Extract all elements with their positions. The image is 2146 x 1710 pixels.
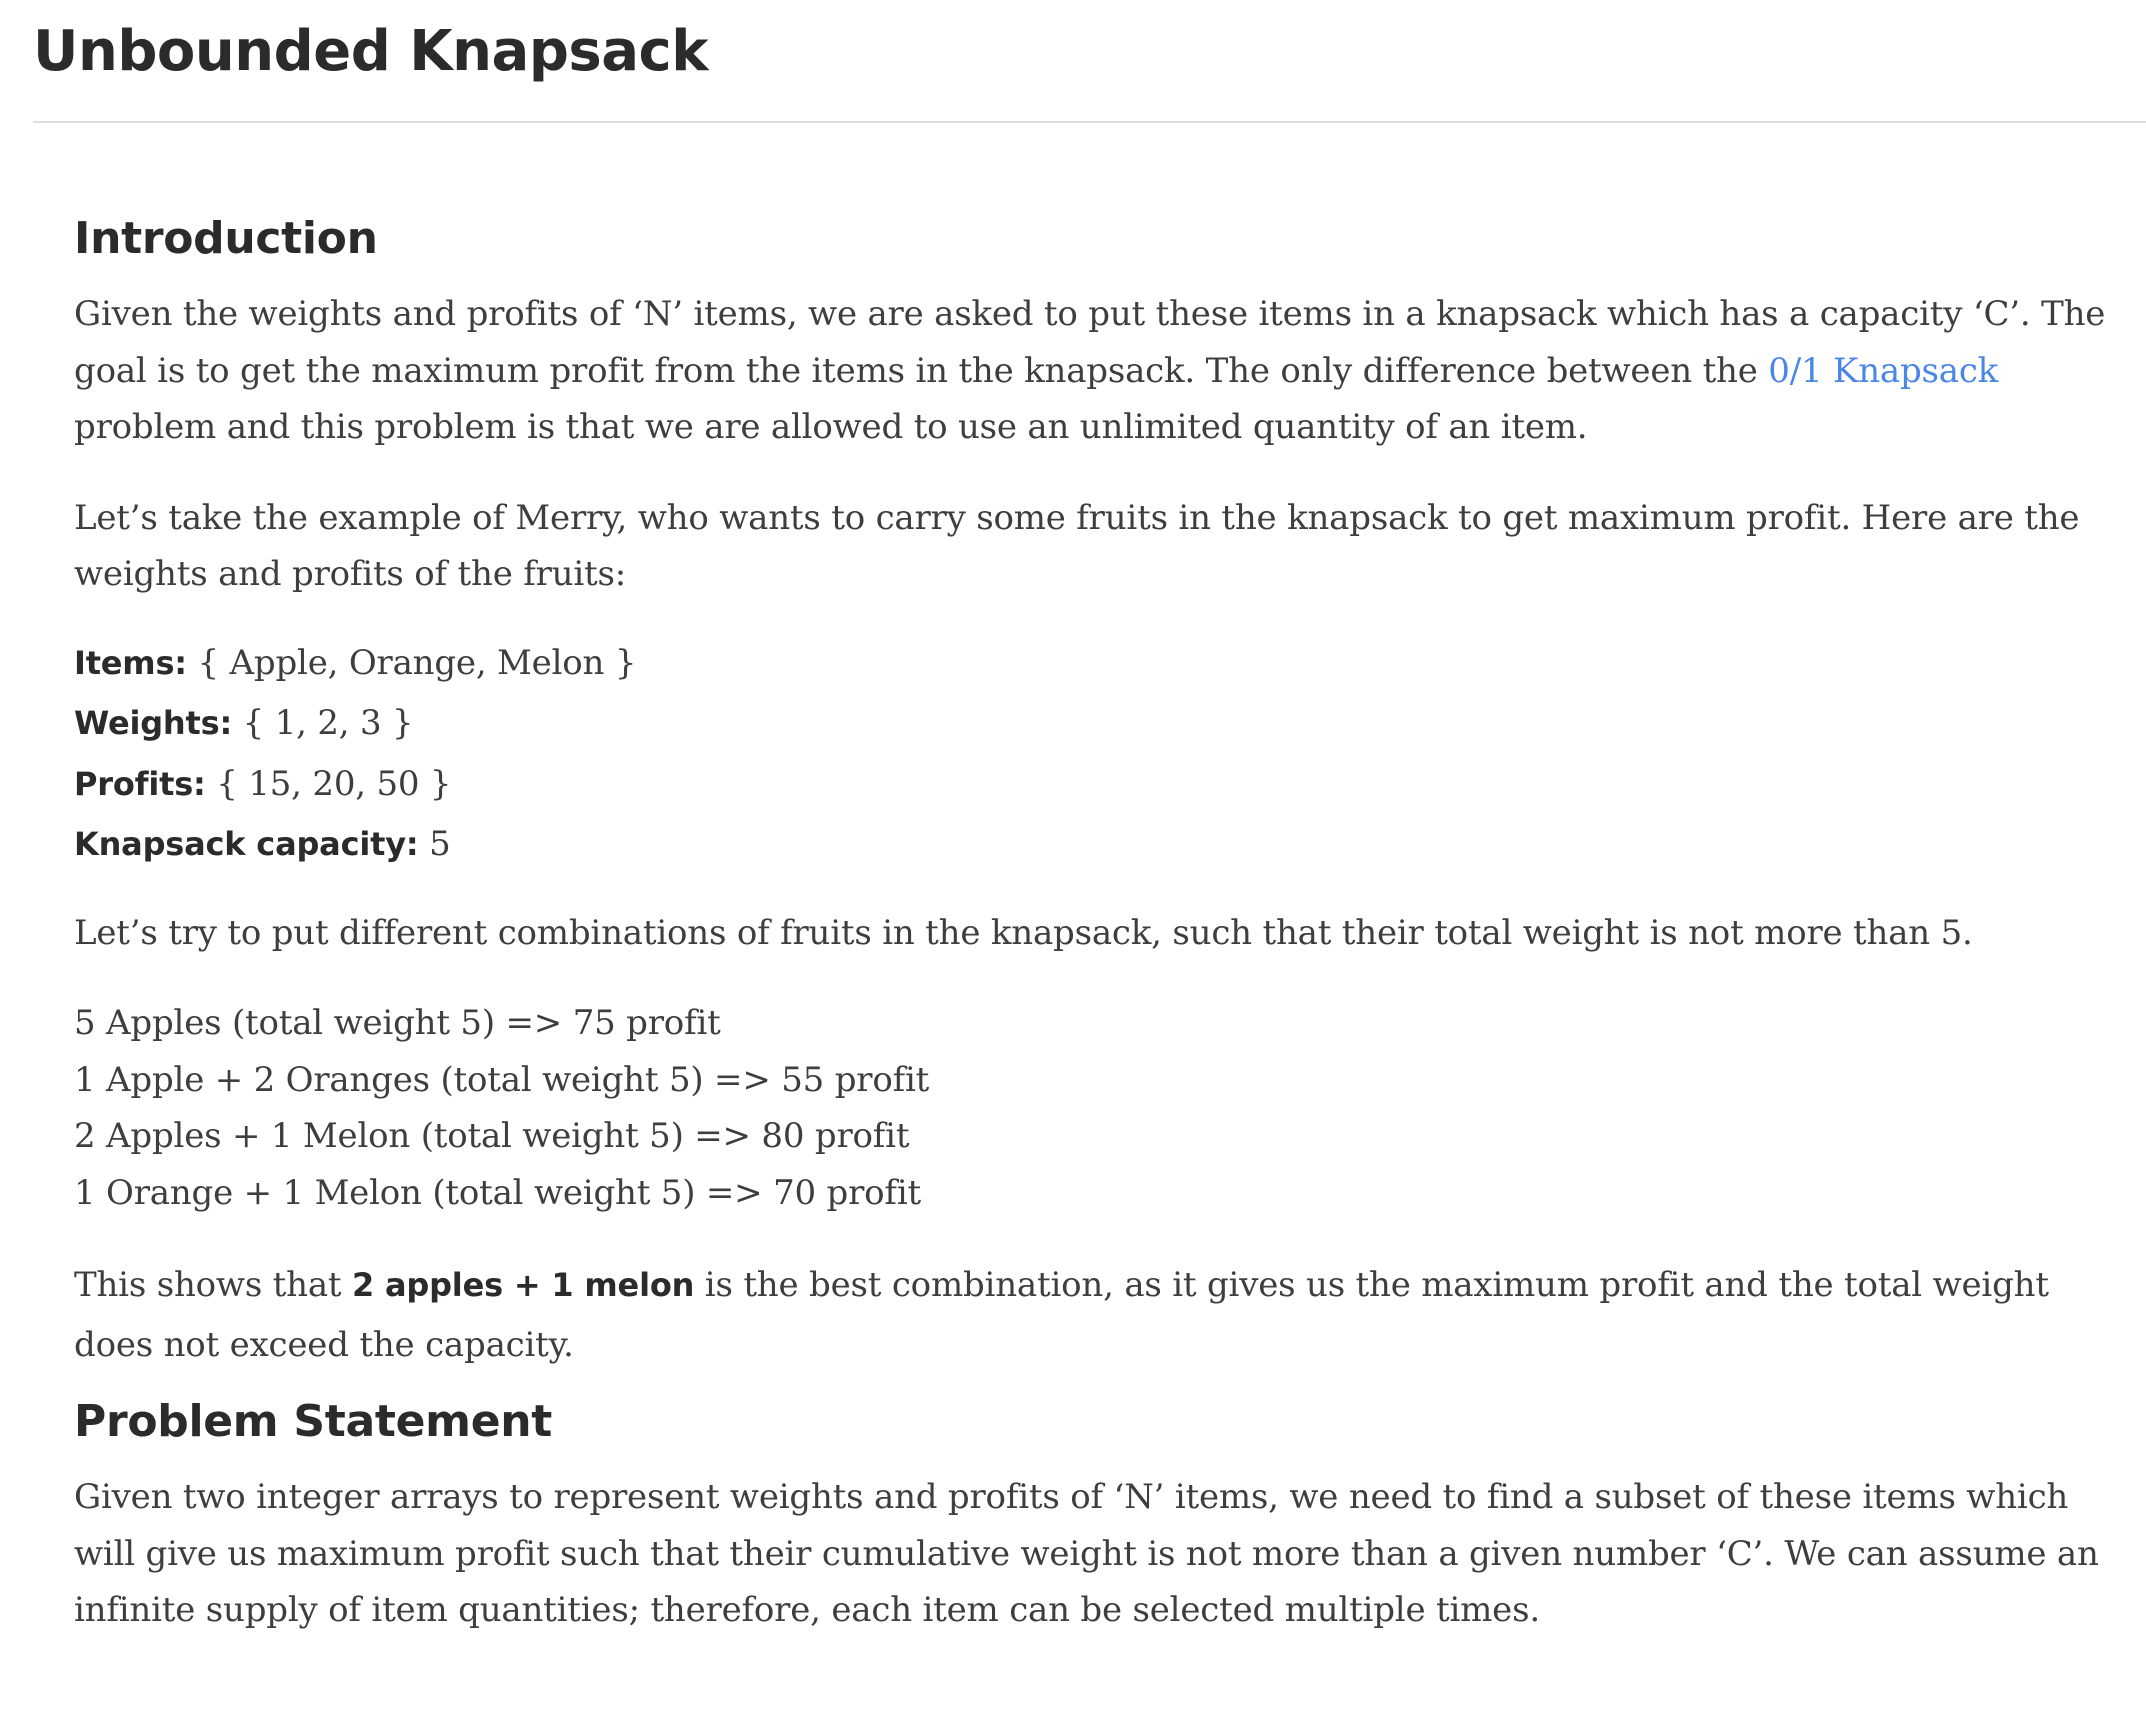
conclusion-text-part1: This shows that: [74, 1265, 352, 1305]
items-label: Items:: [74, 643, 187, 682]
weights-value: { 1, 2, 3 }: [232, 703, 414, 743]
items-value: { Apple, Orange, Melon }: [186, 642, 637, 683]
combination-item: 2 Apples + 1 Melon (total weight 5) => 8…: [74, 1116, 910, 1156]
profits-row: Profits: { 15, 20, 50 }: [74, 754, 2114, 815]
best-combination-highlight: 2 apples + 1 melon: [351, 1266, 695, 1304]
page-title: Unbounded Knapsack: [33, 19, 708, 84]
combinations-intro-paragraph: Let’s try to put different combinations …: [74, 912, 1973, 953]
example-paragraph: Let’s take the example of Merry, who wan…: [74, 497, 2080, 595]
combination-item: 1 Apple + 2 Oranges (total weight 5) => …: [74, 1059, 930, 1100]
combination-item: 1 Orange + 1 Melon (total weight 5) => 7…: [74, 1172, 921, 1213]
problem-statement-paragraph: Given two integer arrays to represent we…: [74, 1477, 2099, 1630]
title-divider: [33, 121, 2146, 123]
intro-text-part2: problem and this problem is that we are …: [74, 407, 1588, 447]
capacity-value: 5: [418, 824, 451, 864]
combinations-list: 5 Apples (total weight 5) => 75 profit 1…: [74, 995, 2114, 1221]
profits-label: Profits:: [74, 764, 206, 803]
article-content: Introduction Given the weights and profi…: [74, 196, 2114, 1639]
weights-row: Weights: { 1, 2, 3 }: [74, 693, 2114, 754]
profits-value: { 15, 20, 50 }: [205, 763, 452, 804]
introduction-paragraph: Given the weights and profits of ‘N’ ite…: [74, 286, 2114, 456]
capacity-label: Knapsack capacity:: [74, 825, 419, 863]
problem-statement-heading: Problem Statement: [74, 1396, 552, 1447]
introduction-heading: Introduction: [74, 213, 378, 264]
combination-item: 5 Apples (total weight 5) => 75 profit: [74, 1003, 721, 1043]
capacity-row: Knapsack capacity: 5: [74, 814, 2114, 875]
conclusion-paragraph: This shows that 2 apples + 1 melon is th…: [74, 1255, 2114, 1375]
weights-label: Weights:: [74, 704, 233, 742]
items-row: Items: { Apple, Orange, Melon }: [74, 633, 2114, 694]
fruit-data-list: Items: { Apple, Orange, Melon } Weights:…: [74, 633, 2114, 875]
zero-one-knapsack-link[interactable]: 0/1 Knapsack: [1768, 351, 1998, 391]
